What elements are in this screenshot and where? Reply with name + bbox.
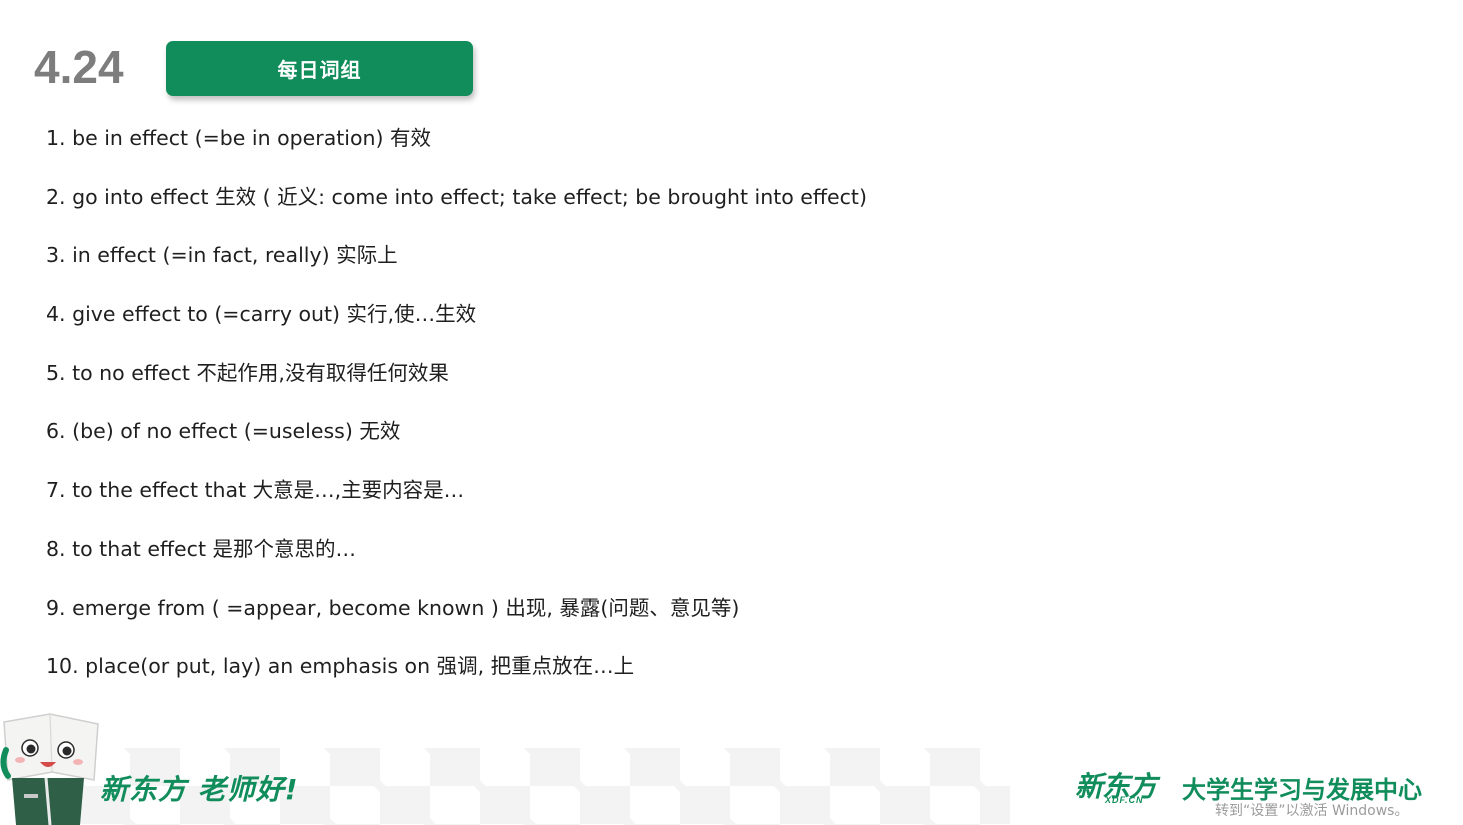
- phrase-list: 1. be in effect (=be in operation) 有效 2.…: [46, 118, 1146, 705]
- slogan-text: 新东方 老师好!: [100, 773, 299, 806]
- phrase-item-4: 4. give effect to (=carry out) 实行,使…生效: [46, 302, 477, 327]
- date-label: 4.24: [34, 41, 124, 93]
- phrase-item-7: 7. to the effect that 大意是…,主要内容是…: [46, 478, 465, 503]
- phrase-item-9: 9. emerge from ( =appear, become known )…: [46, 595, 740, 620]
- phrase-item-2: 2. go into effect 生效 ( 近义: come into eff…: [46, 184, 867, 209]
- brand-logo-domain: XDF.CN: [1105, 795, 1144, 805]
- title-badge: 每日词组: [166, 41, 473, 96]
- phrase-item-10: 10. place(or put, lay) an emphasis on 强调…: [46, 654, 635, 679]
- phrase-item-8: 8. to that effect 是那个意思的…: [46, 536, 356, 561]
- phrase-item-3: 3. in effect (=in fact, really) 实际上: [46, 243, 398, 268]
- brand-logo: 新东方 XDF.CN: [1075, 765, 1167, 807]
- book-mascot-icon: [0, 713, 99, 825]
- activation-watermark: 转到“设置”以激活 Windows。: [1215, 803, 1409, 819]
- phrase-item-6: 6. (be) of no effect (=useless) 无效: [46, 419, 401, 444]
- phrase-item-5: 5. to no effect 不起作用,没有取得任何效果: [46, 360, 449, 385]
- phrase-item-1: 1. be in effect (=be in operation) 有效: [46, 126, 432, 150]
